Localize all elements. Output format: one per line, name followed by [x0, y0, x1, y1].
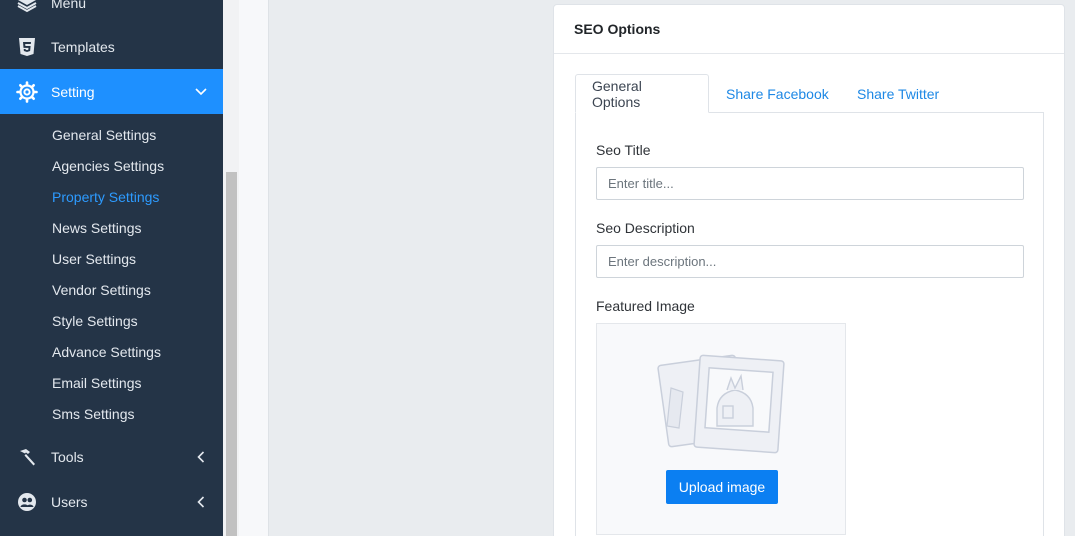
chevron-down-icon [195, 86, 207, 98]
sidebar-item-label: Tools [51, 448, 84, 465]
sidebar-scrollbar-thumb[interactable] [226, 172, 237, 536]
seo-title-input[interactable] [596, 167, 1024, 200]
upload-image-button[interactable]: Upload image [666, 470, 778, 504]
sidebar-item-label: Menu [51, 0, 87, 11]
sidebar-item-label: Users [51, 493, 88, 510]
seo-title-label: Seo Title [596, 142, 651, 158]
sidebar-subitem-news-settings[interactable]: News Settings [52, 218, 141, 238]
content-left-panel [239, 0, 269, 536]
sidebar-item-label: Templates [51, 38, 115, 55]
sidebar-subitem-style-settings[interactable]: Style Settings [52, 311, 138, 331]
card-header: SEO Options [554, 5, 1064, 54]
seo-options-card: SEO Options General Options Share Facebo… [553, 4, 1065, 536]
users-icon [16, 491, 38, 513]
layers-icon [16, 0, 38, 14]
html5-icon [16, 36, 38, 58]
sidebar-subitem-agencies-settings[interactable]: Agencies Settings [52, 156, 164, 176]
sidebar-subitem-user-settings[interactable]: User Settings [52, 249, 136, 269]
seo-description-input[interactable] [596, 245, 1024, 278]
hammer-icon [16, 446, 38, 468]
tab-share-facebook[interactable]: Share Facebook [726, 74, 829, 113]
sidebar-item-label: Setting [51, 83, 95, 100]
gear-icon [16, 80, 38, 103]
card-title: SEO Options [574, 21, 661, 37]
sidebar-subitem-vendor-settings[interactable]: Vendor Settings [52, 280, 151, 300]
sidebar-subitem-property-settings[interactable]: Property Settings [52, 187, 159, 207]
featured-image-dropzone[interactable]: Upload image [596, 323, 846, 535]
sidebar-subitem-advance-settings[interactable]: Advance Settings [52, 342, 161, 362]
sidebar-item-tools[interactable]: Tools [0, 434, 223, 479]
chevron-left-icon [195, 450, 207, 463]
tab-general-options[interactable]: General Options [575, 74, 709, 113]
sidebar-item-menu[interactable]: Menu [0, 0, 223, 25]
sidebar-item-setting[interactable]: Setting [0, 69, 223, 114]
seo-tabs: General Options Share Facebook Share Twi… [575, 74, 1044, 113]
image-placeholder-icon [657, 354, 785, 454]
seo-description-label: Seo Description [596, 220, 695, 236]
tab-share-twitter[interactable]: Share Twitter [857, 74, 939, 113]
sidebar: Menu Templates Setting General Settings … [0, 0, 223, 536]
chevron-left-icon [195, 495, 207, 508]
featured-image-label: Featured Image [596, 298, 695, 314]
sidebar-subitem-email-settings[interactable]: Email Settings [52, 373, 141, 393]
sidebar-subitem-general-settings[interactable]: General Settings [52, 125, 156, 145]
sidebar-item-users[interactable]: Users [0, 479, 223, 524]
tab-pane-general-options: Seo Title Seo Description Featured Image… [575, 112, 1044, 536]
sidebar-item-templates[interactable]: Templates [0, 24, 223, 69]
sidebar-subitem-sms-settings[interactable]: Sms Settings [52, 404, 134, 424]
